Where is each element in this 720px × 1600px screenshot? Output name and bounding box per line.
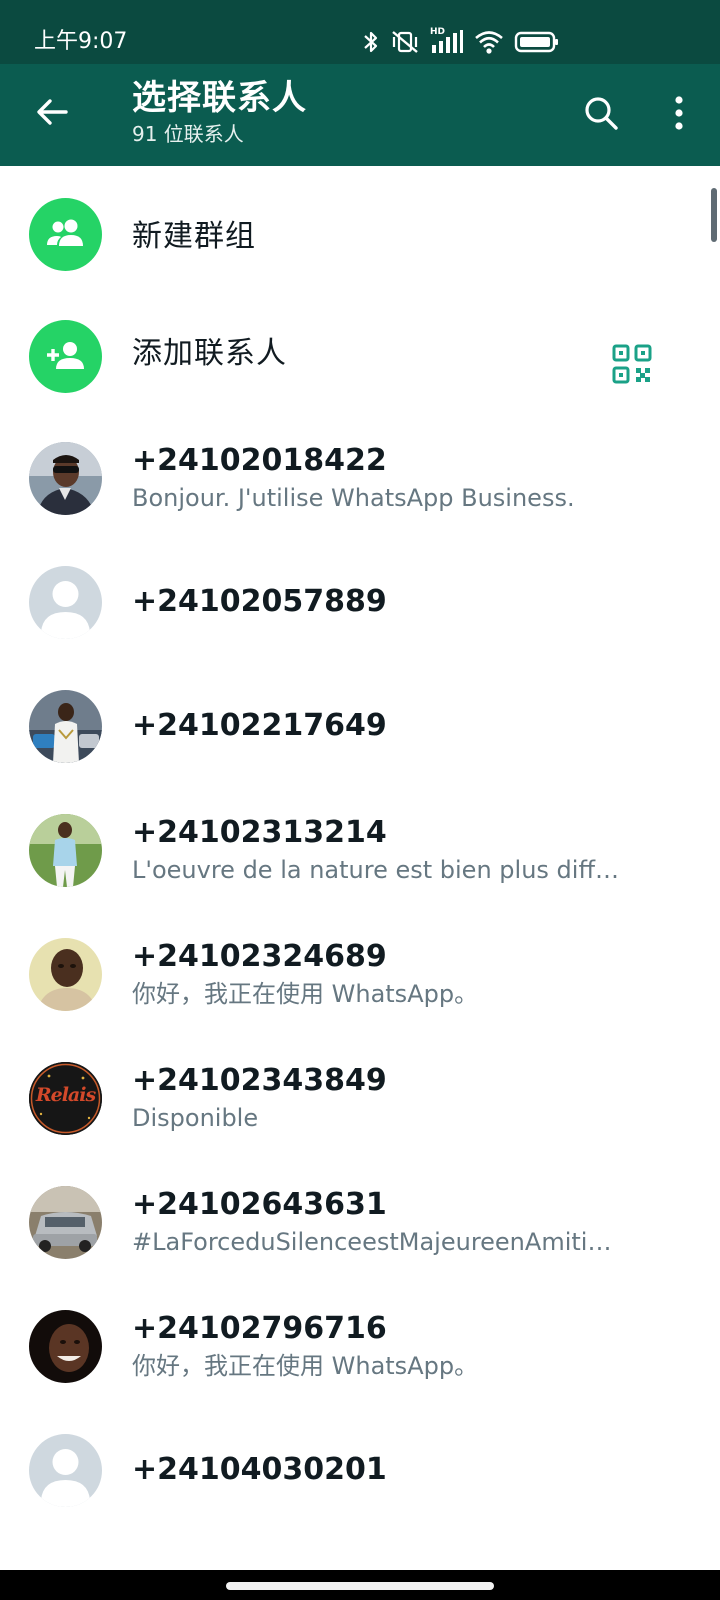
qr-code-button[interactable] xyxy=(612,344,652,388)
contact-row[interactable]: +24102217649 xyxy=(0,664,720,788)
contact-avatar xyxy=(29,1186,102,1259)
contact-avatar xyxy=(29,938,102,1011)
contact-text: +24102796716 你好，我正在使用 WhatsApp。 xyxy=(132,1284,680,1408)
contact-text: +24102217649 xyxy=(132,664,680,788)
status-bar: 上午9:07 HD xyxy=(0,0,720,64)
contact-name: +24102796716 xyxy=(132,1311,387,1346)
contact-status: Bonjour. J'utilise WhatsApp Business. xyxy=(132,484,575,512)
qr-code-icon xyxy=(612,344,652,388)
default-avatar xyxy=(29,566,102,639)
contact-avatar xyxy=(29,442,102,515)
add-contact-avatar xyxy=(29,320,102,393)
contact-name: +24104030201 xyxy=(132,1452,387,1487)
battery-icon xyxy=(514,29,560,55)
contact-text: +24102324689 你好，我正在使用 WhatsApp。 xyxy=(132,912,680,1036)
contact-row[interactable]: Relais +24102343849 Disponible xyxy=(0,1036,720,1160)
group-icon xyxy=(45,218,87,252)
back-button[interactable] xyxy=(26,88,78,140)
contact-avatar xyxy=(29,690,102,763)
contact-row[interactable]: +24102313214 L'oeuvre de la nature est b… xyxy=(0,788,720,912)
contact-status: 你好，我正在使用 WhatsApp。 xyxy=(132,980,479,1008)
arrow-back-icon xyxy=(35,97,69,131)
contact-count: 91 位联系人 xyxy=(132,122,244,146)
search-icon xyxy=(583,95,619,135)
bluetooth-icon xyxy=(362,29,380,55)
add-contact-text: 添加联系人 xyxy=(132,292,680,416)
contact-name: +24102018422 xyxy=(132,443,387,478)
title-block: 选择联系人 91 位联系人 xyxy=(132,76,307,148)
contact-row[interactable]: +24102324689 你好，我正在使用 WhatsApp。 xyxy=(0,912,720,1036)
contact-status: 你好，我正在使用 WhatsApp。 xyxy=(132,1352,479,1380)
contact-text: +24102643631 #LaForceduSilenceestMajeure… xyxy=(132,1160,680,1284)
app-bar: 选择联系人 91 位联系人 xyxy=(0,64,720,166)
contact-row[interactable]: +24102796716 你好，我正在使用 WhatsApp。 xyxy=(0,1284,720,1408)
status-icons: HD xyxy=(362,26,560,58)
new-group-row[interactable]: 新建群组 xyxy=(0,166,720,308)
wifi-icon xyxy=(474,29,504,55)
relais-logo: Relais xyxy=(35,1084,96,1106)
add-contact-label: 添加联系人 xyxy=(132,336,287,371)
new-group-text: 新建群组 xyxy=(132,166,680,308)
contact-name: +24102324689 xyxy=(132,939,387,974)
scrollbar[interactable] xyxy=(711,188,717,242)
contact-name: +24102313214 xyxy=(132,815,387,850)
status-time: 上午9:07 xyxy=(34,29,128,54)
contact-text: +24102057889 xyxy=(132,540,680,664)
contact-row[interactable]: +24102643631 #LaForceduSilenceestMajeure… xyxy=(0,1160,720,1284)
search-button[interactable] xyxy=(576,90,626,140)
contact-name: +24102643631 xyxy=(132,1187,387,1222)
contact-status: #LaForceduSilenceestMajeureenAmiti… xyxy=(132,1228,612,1256)
contact-text: +24102018422 Bonjour. J'utilise WhatsApp… xyxy=(132,416,680,540)
screen: 上午9:07 HD 选择联系人 91 位联系人 新建群组 添加联系人 +2410… xyxy=(0,0,720,1600)
more-options-button[interactable] xyxy=(654,90,704,140)
home-gesture-handle[interactable] xyxy=(226,1582,494,1590)
contact-status: Disponible xyxy=(132,1104,259,1132)
contact-avatar xyxy=(29,814,102,887)
contact-avatar: Relais xyxy=(29,1062,102,1135)
more-vert-icon xyxy=(674,95,684,135)
contact-name: +24102217649 xyxy=(132,708,387,743)
new-group-avatar xyxy=(29,198,102,271)
contact-status: L'oeuvre de la nature est bien plus diff… xyxy=(132,856,619,884)
new-group-label: 新建群组 xyxy=(132,219,256,254)
contact-row[interactable]: +24102018422 Bonjour. J'utilise WhatsApp… xyxy=(0,416,720,540)
contact-name: +24102343849 xyxy=(132,1063,387,1098)
contact-row[interactable]: +24104030201 xyxy=(0,1408,720,1532)
page-title: 选择联系人 xyxy=(132,78,307,118)
hd-signal-icon: HD xyxy=(430,27,464,55)
navigation-bar xyxy=(0,1570,720,1600)
contact-name: +24102057889 xyxy=(132,584,387,619)
contact-text: +24102343849 Disponible xyxy=(132,1036,680,1160)
vibrate-mute-icon xyxy=(390,29,420,55)
contact-text: +24104030201 xyxy=(132,1408,680,1532)
contact-avatar xyxy=(29,1310,102,1383)
default-avatar xyxy=(29,1434,102,1507)
contact-row[interactable]: +24102057889 xyxy=(0,540,720,664)
contact-text: +24102313214 L'oeuvre de la nature est b… xyxy=(132,788,680,912)
add-person-icon xyxy=(45,340,87,374)
